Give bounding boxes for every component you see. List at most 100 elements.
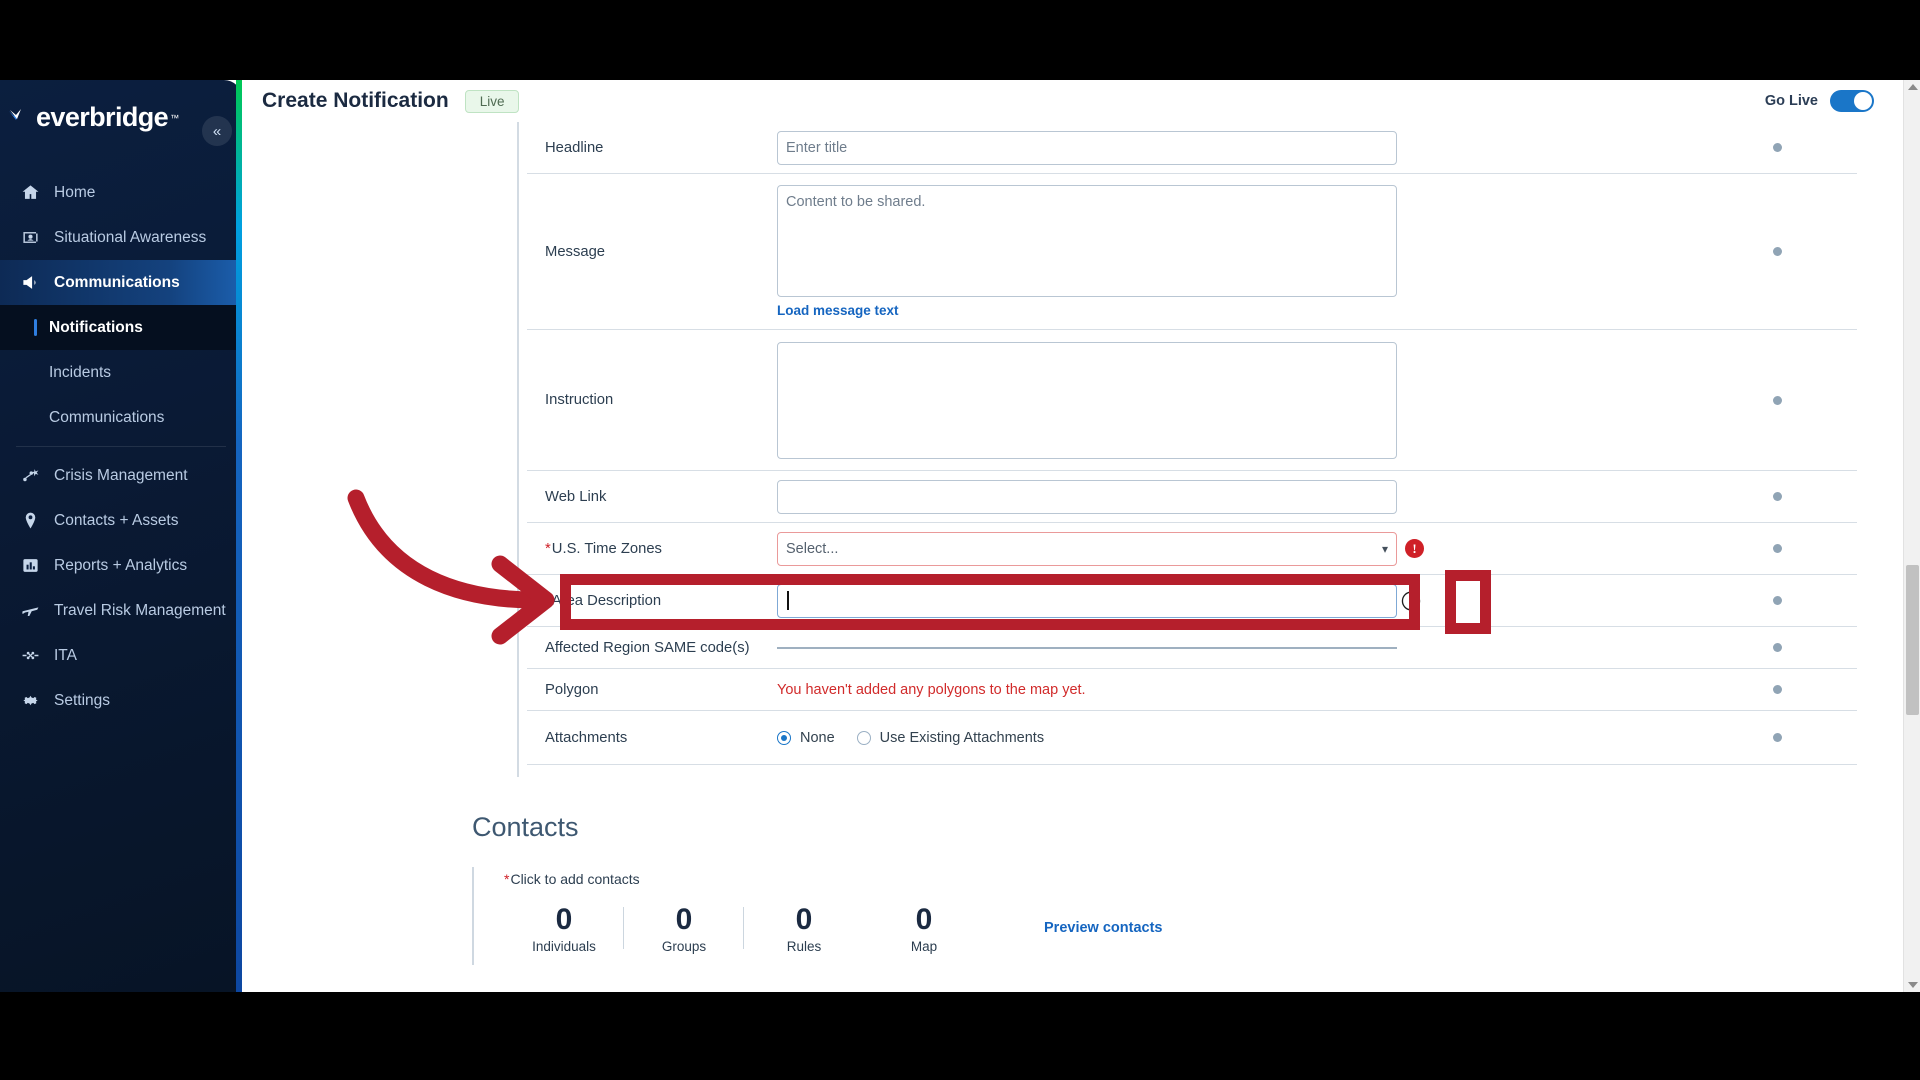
field-label: Message — [545, 243, 606, 260]
field-label: Instruction — [545, 392, 614, 408]
radio-none[interactable] — [777, 730, 791, 745]
everbridge-check-icon — [8, 107, 34, 129]
contacts-stats: 0 Individuals 0 Groups 0 Rules 0 Map Pre… — [504, 903, 1372, 954]
sidebar-item-home[interactable]: Home — [0, 170, 242, 215]
sidebar-item-situational-awareness[interactable]: Situational Awareness — [0, 215, 242, 260]
sidebar-item-reports-analytics[interactable]: Reports + Analytics — [0, 543, 242, 588]
sidebar-item-label: Reports + Analytics — [54, 556, 188, 574]
scroll-up-arrow-icon[interactable] — [1908, 84, 1918, 90]
radio-use-existing[interactable] — [856, 730, 871, 745]
contacts-section: Contacts *Click to add contacts 0 Indivi… — [472, 812, 1372, 965]
sidebar-item-label: Settings — [54, 691, 111, 709]
row-status-cell — [1717, 247, 1837, 256]
us-time-zones-select[interactable]: Select... ▾ — [777, 531, 1397, 566]
status-badge: Live — [464, 89, 520, 113]
attachment-option-existing[interactable]: Use Existing Attachments — [856, 729, 1045, 746]
load-message-text-link[interactable]: Load message text — [777, 303, 899, 318]
sidebar-item-settings[interactable]: Settings — [0, 678, 242, 723]
scrollbar-thumb[interactable] — [1906, 565, 1919, 715]
required-asterisk: * — [504, 871, 510, 887]
row-status-dot — [1772, 544, 1782, 553]
field-label: Polygon — [545, 681, 599, 698]
scroll-down-arrow-icon[interactable] — [1908, 982, 1918, 988]
logo-trademark: ™ — [170, 112, 180, 123]
error-icon: ! — [1405, 539, 1424, 558]
preview-contacts-link[interactable]: Preview contacts — [1044, 920, 1162, 936]
page-header: Create Notification Live Go Live — [242, 80, 1920, 122]
crisis-management-icon — [20, 466, 40, 486]
situational-awareness-icon — [20, 228, 40, 248]
row-status-cell — [1717, 395, 1837, 405]
select-value: Select... — [786, 540, 839, 557]
go-live-label: Go Live — [1764, 93, 1818, 109]
form-row-web-link: Web Link — [527, 471, 1857, 523]
attachment-option-none[interactable]: None — [777, 730, 835, 746]
field-control: You haven't added any polygons to the ma… — [777, 682, 1717, 698]
home-icon — [20, 183, 40, 203]
go-live-toggle[interactable] — [1830, 90, 1874, 112]
stat-value: 0 — [915, 903, 933, 936]
sidebar-item-communications[interactable]: Communications — [0, 260, 242, 305]
section-rail — [517, 122, 519, 777]
page-scrollbar[interactable] — [1903, 80, 1920, 992]
sidebar-item-label: Communications — [54, 273, 180, 291]
sidebar-item-label: Travel Risk Management — [54, 601, 226, 619]
airplane-icon — [20, 601, 40, 621]
sidebar-divider — [16, 446, 226, 447]
sidebar-item-crisis-management[interactable]: Crisis Management — [0, 453, 242, 498]
stat-label: Individuals — [532, 939, 596, 954]
headline-input[interactable]: Enter title — [777, 130, 1397, 165]
form-row-us-time-zones: *U.S. Time Zones Select... ▾ ! — [527, 523, 1857, 575]
info-icon[interactable]: ⓘ — [1397, 587, 1425, 615]
everbridge-logo: everbridge ™ — [8, 102, 179, 133]
form-row-area-description: *Area Description ⓘ — [527, 575, 1857, 627]
location-pin-icon — [20, 511, 40, 531]
sidebar-item-label: Home — [54, 183, 96, 201]
field-label: *U.S. Time Zones — [527, 541, 777, 557]
sidebar-item-contacts-assets[interactable]: Contacts + Assets — [0, 498, 242, 543]
page-title: Create Notification — [262, 89, 449, 112]
required-asterisk: * — [545, 592, 551, 609]
text-caret — [787, 591, 789, 610]
form-row-headline: Headline Enter title — [527, 122, 1857, 174]
radio-label: None — [800, 729, 835, 746]
field-control — [777, 479, 1717, 514]
sidebar-item-ita[interactable]: ITA — [0, 633, 242, 678]
field-label: Attachments — [545, 729, 628, 746]
instruction-textarea[interactable] — [777, 341, 1397, 459]
sidebar-item-travel-risk-management[interactable]: Travel Risk Management — [0, 588, 242, 633]
field-control — [777, 646, 1717, 649]
message-textarea[interactable]: Content to be shared. — [777, 185, 1397, 297]
stat-individuals[interactable]: 0 Individuals — [504, 903, 624, 954]
row-status-dot — [1772, 596, 1782, 605]
field-label-text: Area Description — [551, 592, 662, 609]
stat-value: 0 — [795, 903, 813, 936]
stat-groups[interactable]: 0 Groups — [624, 903, 744, 954]
contacts-body: *Click to add contacts 0 Individuals 0 G… — [472, 867, 1372, 965]
logo-text: everbridge — [36, 102, 169, 132]
row-status-dot — [1772, 143, 1782, 152]
sidebar-item-notifications[interactable]: Notifications — [0, 305, 242, 350]
web-link-input[interactable] — [777, 479, 1397, 514]
row-status-cell — [1717, 492, 1837, 501]
row-status-cell — [1717, 544, 1837, 553]
sidebar-nav: Home Situational Awareness Communication… — [0, 170, 242, 723]
add-contacts-text: Click to add contacts — [510, 871, 640, 887]
field-label-text: U.S. Time Zones — [551, 540, 662, 557]
stat-value: 0 — [555, 903, 573, 936]
form-row-attachments: Attachments None Use Existing Attachment… — [527, 711, 1857, 765]
contacts-title: Contacts — [472, 812, 579, 842]
area-description-input[interactable] — [777, 583, 1397, 618]
row-status-dot — [1772, 733, 1782, 742]
sidebar-item-communications-sub[interactable]: Communications — [0, 395, 242, 440]
row-status-cell — [1717, 643, 1837, 652]
radio-label: Use Existing Attachments — [879, 729, 1045, 746]
sidebar-item-label: Situational Awareness — [54, 228, 207, 246]
stat-rules[interactable]: 0 Rules — [744, 903, 864, 954]
chevron-double-left-icon[interactable]: « — [202, 116, 232, 146]
row-status-cell — [1717, 596, 1837, 605]
stat-map[interactable]: 0 Map — [864, 903, 984, 954]
sidebar-item-incidents[interactable]: Incidents — [0, 350, 242, 395]
click-to-add-contacts[interactable]: *Click to add contacts — [504, 871, 1372, 887]
form-row-message: Message Content to be shared. Load messa… — [527, 174, 1857, 330]
